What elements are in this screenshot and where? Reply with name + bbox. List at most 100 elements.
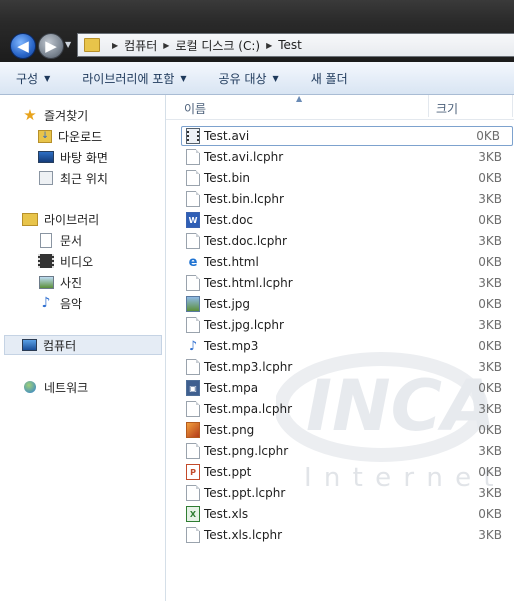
file-icon [186, 191, 200, 207]
file-size: 3KB [478, 402, 502, 416]
file-row[interactable]: Test.mpa.lcphr 3KB [182, 399, 514, 419]
recent-pages-dropdown[interactable]: ▼ [65, 40, 71, 49]
navigation-pane: ★ 즐겨찾기 ↓ 다운로드 바탕 화면 최근 위치 라이브러리 문서 비디오 사… [0, 95, 166, 601]
video-icon [186, 128, 200, 144]
file-row[interactable]: Test.html.lcphr 3KB [182, 273, 514, 293]
chevron-down-icon: ▼ [180, 73, 187, 83]
file-size: 0KB [478, 465, 502, 479]
breadcrumb-local-disk[interactable]: 로컬 디스크 (C:) [175, 37, 260, 54]
nav-favorites[interactable]: ★ 즐겨찾기 [22, 105, 88, 125]
file-size: 0KB [478, 255, 502, 269]
file-icon [186, 149, 200, 165]
nav-computer[interactable]: 컴퓨터 [4, 335, 162, 355]
file-name: Test.bin.lcphr [204, 192, 284, 206]
file-row[interactable]: Test.avi 0KB [181, 126, 513, 146]
chevron-right-icon[interactable]: ▶ [266, 41, 272, 50]
file-icon [186, 275, 200, 291]
file-name: Test.doc.lcphr [204, 234, 287, 248]
file-name: Test.xls [204, 507, 249, 521]
nav-downloads[interactable]: ↓ 다운로드 [38, 126, 102, 146]
computer-icon [21, 337, 37, 353]
nav-desktop[interactable]: 바탕 화면 [38, 147, 108, 167]
forward-arrow-icon: ▶ [45, 37, 57, 55]
nav-desktop-label: 바탕 화면 [60, 150, 108, 165]
nav-libraries-label: 라이브러리 [44, 212, 100, 227]
network-icon [22, 379, 38, 395]
nav-recent-places[interactable]: 최근 위치 [38, 168, 108, 188]
file-row[interactable]: Test.ppt.lcphr 3KB [182, 483, 514, 503]
nav-network[interactable]: 네트워크 [22, 377, 88, 397]
file-row[interactable]: Test.png 0KB [182, 420, 514, 440]
documents-icon [38, 232, 54, 248]
forward-button[interactable]: ▶ [38, 33, 64, 59]
include-in-library-button[interactable]: 라이브러리에 포함 ▼ [66, 70, 202, 87]
new-folder-button[interactable]: 새 폴더 [295, 70, 364, 87]
file-icon [186, 401, 200, 417]
file-name: Test.mp3.lcphr [204, 360, 293, 374]
folder-icon [84, 38, 100, 52]
nav-music[interactable]: ♪ 음악 [38, 293, 83, 313]
file-row[interactable]: e Test.html 0KB [182, 252, 514, 272]
file-size: 3KB [478, 486, 502, 500]
nav-videos-label: 비디오 [60, 254, 94, 269]
file-row[interactable]: ▣ Test.mpa 0KB [182, 378, 514, 398]
nav-computer-label: 컴퓨터 [43, 338, 77, 353]
file-row[interactable]: Test.png.lcphr 3KB [182, 441, 514, 461]
file-row[interactable]: Test.xls.lcphr 3KB [182, 525, 514, 545]
nav-videos[interactable]: 비디오 [38, 251, 93, 271]
file-row[interactable]: Test.bin 0KB [182, 168, 514, 188]
back-button[interactable]: ◀ [10, 33, 36, 59]
chevron-down-icon: ▼ [44, 73, 51, 83]
file-name: Test.xls.lcphr [204, 528, 283, 542]
file-size: 3KB [478, 444, 502, 458]
column-header-size[interactable]: 크기 [436, 100, 458, 117]
address-bar[interactable]: ▶ 컴퓨터 ▶ 로컬 디스크 (C:) ▶ Test [77, 33, 514, 57]
file-row[interactable]: X Test.xls 0KB [182, 504, 514, 524]
file-row[interactable]: Test.mp3.lcphr 3KB [182, 357, 514, 377]
file-size: 0KB [478, 213, 502, 227]
file-size: 3KB [478, 318, 502, 332]
file-row[interactable]: Test.bin.lcphr 3KB [182, 189, 514, 209]
nav-network-label: 네트워크 [44, 380, 89, 395]
file-name: Test.mpa.lcphr [204, 402, 293, 416]
file-row[interactable]: Test.jpg.lcphr 3KB [182, 315, 514, 335]
file-size: 0KB [478, 297, 502, 311]
pictures-icon [38, 274, 54, 290]
nav-pictures[interactable]: 사진 [38, 272, 82, 292]
column-header-name[interactable]: 이름 [184, 100, 206, 117]
file-size: 0KB [478, 507, 502, 521]
file-size: 0KB [476, 129, 500, 143]
recent-places-icon [38, 170, 54, 186]
file-size: 0KB [478, 339, 502, 353]
ie-icon: e [186, 254, 200, 270]
file-icon [186, 359, 200, 375]
nav-downloads-label: 다운로드 [58, 129, 103, 144]
chevron-down-icon: ▼ [272, 73, 279, 83]
file-row[interactable]: ♪ Test.mp3 0KB [182, 336, 514, 356]
file-row[interactable]: Test.jpg 0KB [182, 294, 514, 314]
organize-button[interactable]: 구성 ▼ [0, 70, 66, 87]
share-with-label: 공유 대상 [218, 71, 267, 86]
file-icon [186, 233, 200, 249]
file-row[interactable]: Test.avi.lcphr 3KB [182, 147, 514, 167]
nav-libraries[interactable]: 라이브러리 [22, 209, 99, 229]
nav-favorites-label: 즐겨찾기 [44, 108, 89, 123]
back-arrow-icon: ◀ [17, 37, 29, 55]
column-divider[interactable] [428, 95, 429, 117]
video-film-icon [38, 253, 54, 269]
column-header-row: 이름 ▲ 크기 [166, 94, 514, 120]
file-row[interactable]: W Test.doc 0KB [182, 210, 514, 230]
column-divider[interactable] [512, 95, 513, 117]
file-name: Test.png [204, 423, 255, 437]
nav-documents[interactable]: 문서 [38, 230, 82, 250]
include-in-library-label: 라이브러리에 포함 [82, 71, 175, 86]
chevron-right-icon[interactable]: ▶ [112, 41, 118, 50]
file-row[interactable]: P Test.ppt 0KB [182, 462, 514, 482]
share-with-button[interactable]: 공유 대상 ▼ [203, 70, 295, 87]
powerpoint-icon: P [186, 464, 200, 480]
chevron-right-icon[interactable]: ▶ [163, 41, 169, 50]
breadcrumb-computer[interactable]: 컴퓨터 [124, 37, 157, 54]
breadcrumb-test[interactable]: Test [278, 38, 302, 52]
file-icon [186, 170, 200, 186]
file-row[interactable]: Test.doc.lcphr 3KB [182, 231, 514, 251]
